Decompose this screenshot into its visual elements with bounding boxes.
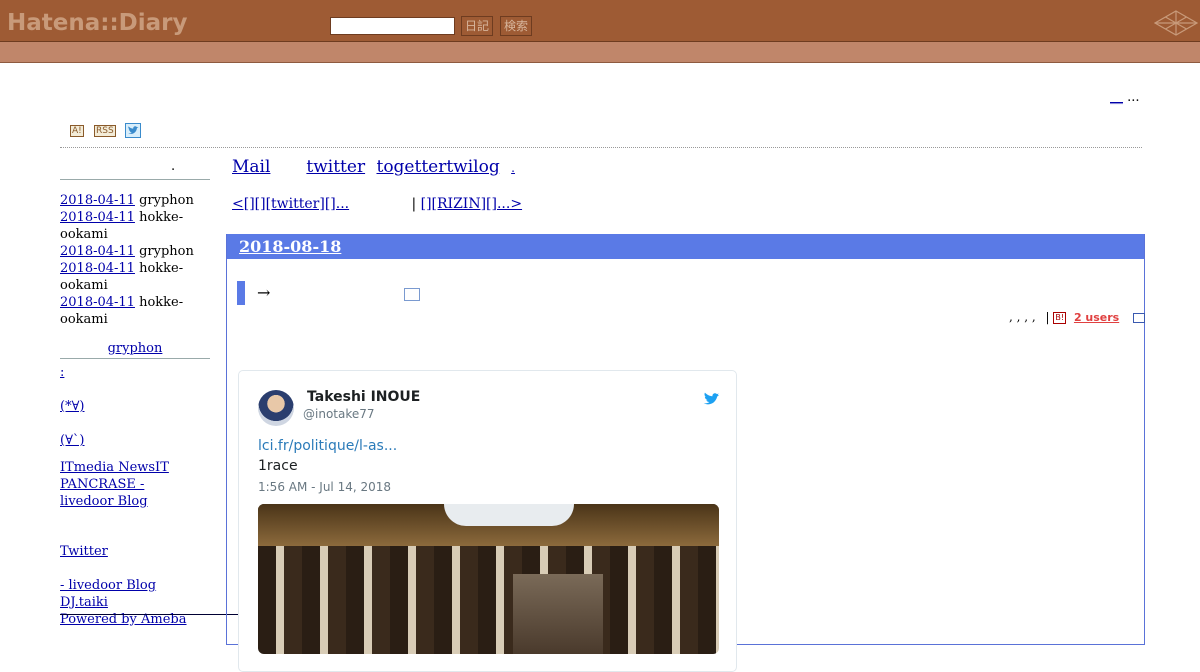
sidebar-link[interactable]: - livedoor Blog bbox=[60, 577, 198, 594]
sidebar-link[interactable]: DJ.taiki bbox=[60, 594, 220, 611]
list-item: 2018-04-11 gryphon bbox=[60, 192, 210, 209]
entry-date-link[interactable]: 2018-08-18 bbox=[239, 237, 341, 256]
embedded-tweet[interactable]: Takeshi INOUE @inotake77 lci.fr/politiqu… bbox=[238, 370, 737, 672]
section-marker bbox=[237, 281, 245, 305]
avatar[interactable] bbox=[258, 390, 294, 426]
search-input[interactable] bbox=[330, 17, 455, 35]
tweet-link[interactable]: lci.fr/politique/l-as... bbox=[258, 438, 397, 454]
tweet-timestamp[interactable]: 1:56 AM - Jul 14, 2018 bbox=[258, 480, 391, 494]
tweet-image[interactable] bbox=[258, 504, 719, 654]
meta-separator: | bbox=[1045, 310, 1050, 324]
recent-comments: 2018-04-11 gryphon 2018-04-11 hokke-ooka… bbox=[60, 192, 210, 328]
comment-date-link[interactable]: 2018-04-11 bbox=[60, 295, 135, 310]
search-button[interactable]: 検索 bbox=[500, 16, 533, 36]
divider bbox=[60, 614, 240, 615]
main-nav: Mail twitter togettertwilog . bbox=[232, 157, 557, 177]
top-right-dots: ... bbox=[1127, 90, 1140, 105]
section-title: → bbox=[257, 283, 271, 302]
top-right-link[interactable]: __ bbox=[1110, 90, 1123, 105]
hatena-bookmark-icon[interactable]: B! bbox=[1053, 311, 1067, 324]
sidebar-link[interactable] bbox=[60, 560, 90, 577]
tweet-text: 1race bbox=[258, 458, 298, 474]
sidebar: . 2018-04-11 gryphon 2018-04-11 hokke-oo… bbox=[60, 158, 220, 628]
top-right-links: __ ... bbox=[1110, 90, 1140, 105]
list-item: 2018-04-11 hokke-ookami bbox=[60, 294, 210, 328]
comment-icon[interactable] bbox=[1133, 312, 1146, 323]
sidebar-link[interactable] bbox=[60, 415, 75, 432]
sidebar-link[interactable]: PANCRASE - bbox=[60, 476, 175, 493]
sidebar-link[interactable]: Twitter bbox=[60, 543, 177, 560]
comment-date-link[interactable]: 2018-04-11 bbox=[60, 244, 135, 259]
twitter-bird-icon[interactable] bbox=[703, 390, 721, 406]
pager-separator: | bbox=[411, 196, 417, 212]
profile-link[interactable]: gryphon bbox=[108, 341, 163, 356]
list-item: 2018-04-11 gryphon bbox=[60, 243, 210, 260]
tweet-author-handle[interactable]: @inotake77 bbox=[303, 407, 375, 421]
prev-entry-link[interactable]: <[][][twitter][]... bbox=[232, 196, 407, 212]
comment-date-link[interactable]: 2018-04-11 bbox=[60, 193, 135, 208]
sidebar-link[interactable]: (*∀) bbox=[60, 398, 130, 415]
section-meta: , , , , | B! 2 users bbox=[1009, 310, 1146, 324]
sidebar-link[interactable] bbox=[60, 381, 82, 398]
antenna-icon[interactable]: A! bbox=[70, 125, 84, 137]
twitter-link[interactable]: twitter bbox=[306, 157, 365, 177]
sidebar-link[interactable]: : bbox=[60, 364, 177, 381]
comment-date-link[interactable]: 2018-04-11 bbox=[60, 261, 135, 276]
hatena-diary-logo[interactable]: Hatena::Diary bbox=[7, 10, 188, 36]
twitter-bird-icon[interactable] bbox=[125, 123, 141, 138]
hatena-diamond-logo-icon bbox=[1154, 10, 1198, 36]
bookmark-users-link[interactable]: 2 users bbox=[1074, 311, 1119, 324]
sidebar-link[interactable]: ITmedia NewsIT bbox=[60, 459, 183, 476]
tweet-author-name[interactable]: Takeshi INOUE bbox=[307, 389, 420, 405]
nav-extra-link[interactable]: . bbox=[511, 161, 551, 175]
divider bbox=[60, 147, 1142, 148]
header-bar: Hatena::Diary 日記 検索 bbox=[0, 0, 1200, 42]
comment-user: gryphon bbox=[139, 193, 194, 208]
diary-search-button[interactable]: 日記 bbox=[461, 16, 494, 36]
comment-date-link[interactable]: 2018-04-11 bbox=[60, 210, 135, 225]
image-icon bbox=[404, 288, 420, 301]
entry-pager: <[][][twitter][]... | [][RIZIN][]...> bbox=[232, 196, 563, 212]
rss-icon[interactable]: RSS bbox=[94, 125, 116, 137]
sidebar-link[interactable] bbox=[60, 526, 90, 543]
category-dots: , , , , bbox=[1009, 310, 1036, 324]
day-header: 2018-08-18 bbox=[227, 234, 1144, 259]
sub-header-bar bbox=[0, 42, 1200, 63]
image-skylight bbox=[444, 504, 574, 526]
comment-user: gryphon bbox=[139, 244, 194, 259]
sidebar-link[interactable]: (∀`) bbox=[60, 432, 115, 449]
mail-link[interactable]: Mail bbox=[232, 157, 295, 177]
next-entry-link[interactable]: [][RIZIN][]...> bbox=[421, 196, 563, 212]
togetter-twilog-link[interactable]: togettertwilog bbox=[376, 157, 499, 177]
profile-heading: gryphon bbox=[60, 340, 210, 359]
image-mural bbox=[513, 574, 603, 654]
list-item: 2018-04-11 hokke-ookami bbox=[60, 260, 210, 294]
sidebar-link[interactable]: livedoor Blog bbox=[60, 493, 185, 510]
sidebar-title: . bbox=[60, 158, 210, 180]
list-item: 2018-04-11 hokke-ookami bbox=[60, 209, 210, 243]
day-entry: 2018-08-18 → , , , , | B! 2 users Takesh… bbox=[226, 234, 1146, 672]
